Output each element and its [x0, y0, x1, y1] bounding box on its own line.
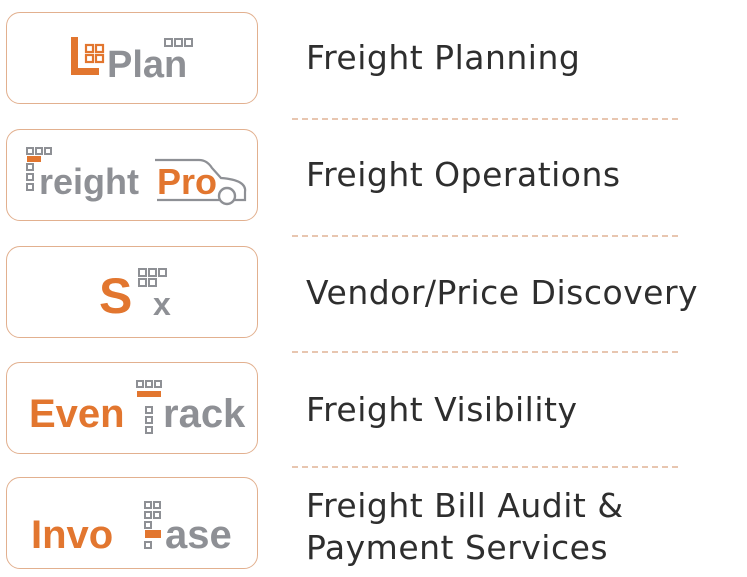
- truck-wheel-icon: [217, 186, 237, 206]
- invoease-logo-text: ase: [165, 513, 232, 557]
- eventrack-logo-text: rack: [163, 392, 246, 436]
- product-row-lplan: Plan Freight Planning: [0, 12, 747, 112]
- product-row-eventrack: Even rack Freight Visibility: [0, 362, 747, 462]
- product-row-sx: S x Vendor/Price Discovery: [0, 246, 747, 346]
- eventrack-logo: Even rack: [29, 380, 246, 436]
- invoease-logo-card[interactable]: Invo ase: [6, 477, 258, 569]
- service-label-line-1: Freight Bill Audit &: [306, 486, 624, 525]
- sx-logo: S x: [99, 268, 171, 324]
- service-label-freight-operations: Freight Operations: [306, 155, 621, 194]
- service-label-freight-planning: Freight Planning: [306, 38, 581, 77]
- row-divider: [292, 351, 678, 353]
- lplan-logo-text: Plan: [107, 44, 187, 86]
- eventrack-logo-lead: Even: [29, 392, 125, 436]
- sx-logo-lead: S: [99, 268, 132, 324]
- freightpro-logo: reight Pro: [26, 147, 247, 206]
- freightpro-logo-card[interactable]: reight Pro: [6, 129, 258, 221]
- invoease-logo: Invo ase: [31, 501, 232, 557]
- service-label-freight-visibility: Freight Visibility: [306, 390, 578, 429]
- service-label-line-2: Payment Services: [306, 528, 609, 567]
- freightpro-logo-text-accent: Pro: [157, 161, 217, 202]
- service-label-vendor-price-discovery: Vendor/Price Discovery: [306, 273, 699, 312]
- sx-logo-card[interactable]: S x: [6, 246, 258, 338]
- lplan-logo-card[interactable]: Plan: [6, 12, 258, 104]
- product-row-freightpro: reight Pro Freight Operations: [0, 129, 747, 229]
- row-divider: [292, 466, 678, 468]
- service-label-freight-bill-audit: Freight Bill Audit & Payment Services: [306, 485, 624, 569]
- product-row-invoease: Invo ase Freight Bill Audit & Payment Se…: [0, 477, 747, 577]
- sx-logo-text: x: [153, 286, 171, 322]
- lplan-logo: Plan: [71, 37, 193, 86]
- invoease-logo-lead: Invo: [31, 513, 113, 557]
- row-divider: [292, 118, 678, 120]
- eventrack-logo-card[interactable]: Even rack: [6, 362, 258, 454]
- row-divider: [292, 235, 678, 237]
- freightpro-logo-text-gray: reight: [39, 161, 139, 202]
